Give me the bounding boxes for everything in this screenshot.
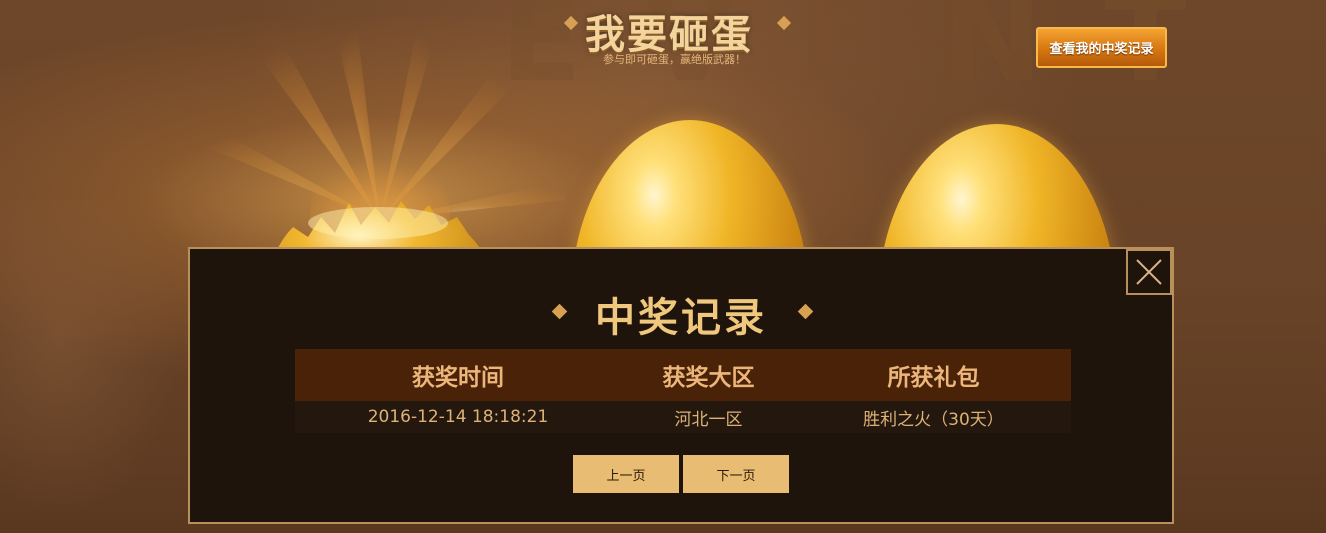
cell-time: 2016-12-14 18:18:21 xyxy=(367,407,549,427)
winning-records-modal: 中奖记录 获奖时间 获奖大区 所获礼包 2016-12-14 18:18:21 … xyxy=(188,247,1174,524)
cell-gift: 胜利之火（30天） xyxy=(863,409,1004,430)
cell-zone: 河北一区 xyxy=(674,409,743,430)
background-rock xyxy=(0,200,190,530)
view-my-records-button[interactable]: 查看我的中奖记录 xyxy=(1036,27,1167,68)
column-header-gift: 所获礼包 xyxy=(887,365,980,391)
next-page-button[interactable]: 下一页 xyxy=(683,455,789,493)
column-header-time: 获奖时间 xyxy=(412,365,504,391)
records-table: 获奖时间 获奖大区 所获礼包 2016-12-14 18:18:21 河北一区 … xyxy=(295,349,1071,433)
column-header-zone: 获奖大区 xyxy=(662,365,755,391)
table-header: 获奖时间 获奖大区 所获礼包 xyxy=(295,349,1071,401)
prev-page-button[interactable]: 上一页 xyxy=(573,455,679,493)
page-subtitle: 参与即可砸蛋，赢绝版武器！ xyxy=(603,53,746,66)
modal-title: 中奖记录 xyxy=(595,295,767,341)
page-stage: E V E N T 我要砸蛋 参与即可砸蛋，赢绝版武器！ 查看我的中奖记录 中奖… xyxy=(0,0,1326,533)
table-row: 2016-12-14 18:18:21 河北一区 胜利之火（30天） xyxy=(295,401,1071,433)
